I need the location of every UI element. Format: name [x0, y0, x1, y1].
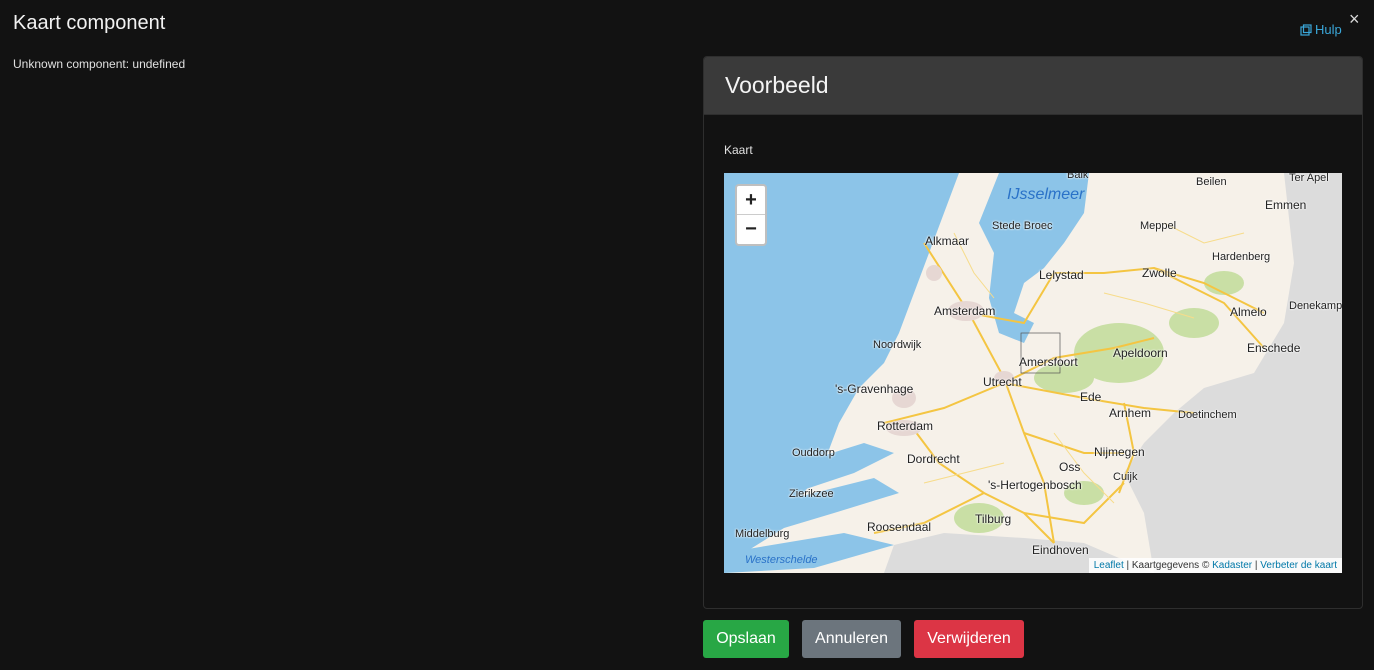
place-label: Amsterdam	[934, 304, 996, 318]
place-label: Zwolle	[1142, 266, 1177, 280]
place-label: Denekamp	[1289, 300, 1342, 312]
external-window-icon	[1300, 23, 1312, 36]
place-label: Almelo	[1230, 305, 1267, 319]
kaart-component-modal: Kaart component Hulp × Unknown component…	[0, 0, 1374, 670]
place-label: Ede	[1080, 390, 1102, 404]
modal-title: Kaart component	[13, 12, 166, 34]
map-base-layer	[724, 173, 1342, 573]
place-label: Dordrecht	[907, 452, 960, 466]
place-label: Eindhoven	[1032, 543, 1089, 557]
place-label: Arnhem	[1109, 406, 1152, 420]
zoom-out-button[interactable]: −	[737, 215, 765, 244]
improve-map-link[interactable]: Verbeter de kaart	[1260, 560, 1337, 571]
place-label: Meppel	[1140, 220, 1177, 232]
map-field-label: Kaart	[724, 143, 753, 157]
water-label: Westerschelde	[745, 554, 818, 566]
zoom-in-button[interactable]: +	[737, 186, 765, 215]
leaflet-link[interactable]: Leaflet	[1094, 560, 1124, 571]
kadaster-link[interactable]: Kadaster	[1212, 560, 1252, 571]
map-viewer[interactable]: Balk Beilen Ter Apel Emmen IJsselmeer St…	[724, 173, 1342, 573]
close-button[interactable]: ×	[1349, 10, 1360, 28]
place-label: Amersfoort	[1019, 355, 1078, 369]
place-label: Stede Broec	[992, 220, 1053, 232]
place-label: Doetinchem	[1178, 409, 1237, 421]
place-label: Enschede	[1247, 341, 1301, 355]
place-label: Oss	[1059, 460, 1081, 474]
help-link[interactable]: Hulp	[1300, 22, 1342, 37]
place-label: 's-Hertogenbosch	[988, 478, 1082, 492]
place-label: Zierikzee	[789, 488, 834, 500]
place-label: Ouddorp	[792, 447, 835, 459]
save-button[interactable]: Opslaan	[703, 620, 789, 658]
place-label: Apeldoorn	[1113, 346, 1168, 360]
place-label: Utrecht	[983, 375, 1022, 389]
delete-button[interactable]: Verwijderen	[914, 620, 1024, 658]
place-label: Emmen	[1265, 198, 1307, 212]
preview-card: Voorbeeld Kaart Balk Beilen Ter Apel Emm…	[703, 56, 1363, 609]
attribution-text: | Kaartgegevens ©	[1123, 560, 1213, 571]
cancel-button[interactable]: Annuleren	[802, 620, 901, 658]
place-label: Alkmaar	[925, 234, 970, 248]
zoom-control: + −	[735, 184, 767, 246]
place-label: Lelystad	[1039, 268, 1084, 282]
help-link-label: Hulp	[1315, 22, 1342, 37]
place-label: Noordwijk	[873, 339, 922, 351]
place-label: Balk	[1067, 173, 1089, 181]
place-label: Hardenberg	[1212, 251, 1271, 263]
place-label: Beilen	[1196, 176, 1227, 188]
place-label: Middelburg	[735, 528, 790, 540]
place-label: Cuijk	[1113, 471, 1138, 483]
place-label: Nijmegen	[1094, 445, 1145, 459]
map-attribution: Leaflet | Kaartgegevens © Kadaster | Ver…	[1088, 558, 1342, 573]
preview-card-header: Voorbeeld	[704, 57, 1362, 115]
unknown-component-message: Unknown component: undefined	[13, 57, 186, 71]
place-label: Rotterdam	[877, 419, 934, 433]
preview-title: Voorbeeld	[725, 72, 829, 98]
place-label: Roosendaal	[867, 520, 932, 534]
water-label: IJsselmeer	[1007, 186, 1085, 203]
place-label: Tilburg	[975, 512, 1012, 526]
place-label: 's-Gravenhage	[835, 382, 914, 396]
place-label: Ter Apel	[1289, 173, 1329, 184]
